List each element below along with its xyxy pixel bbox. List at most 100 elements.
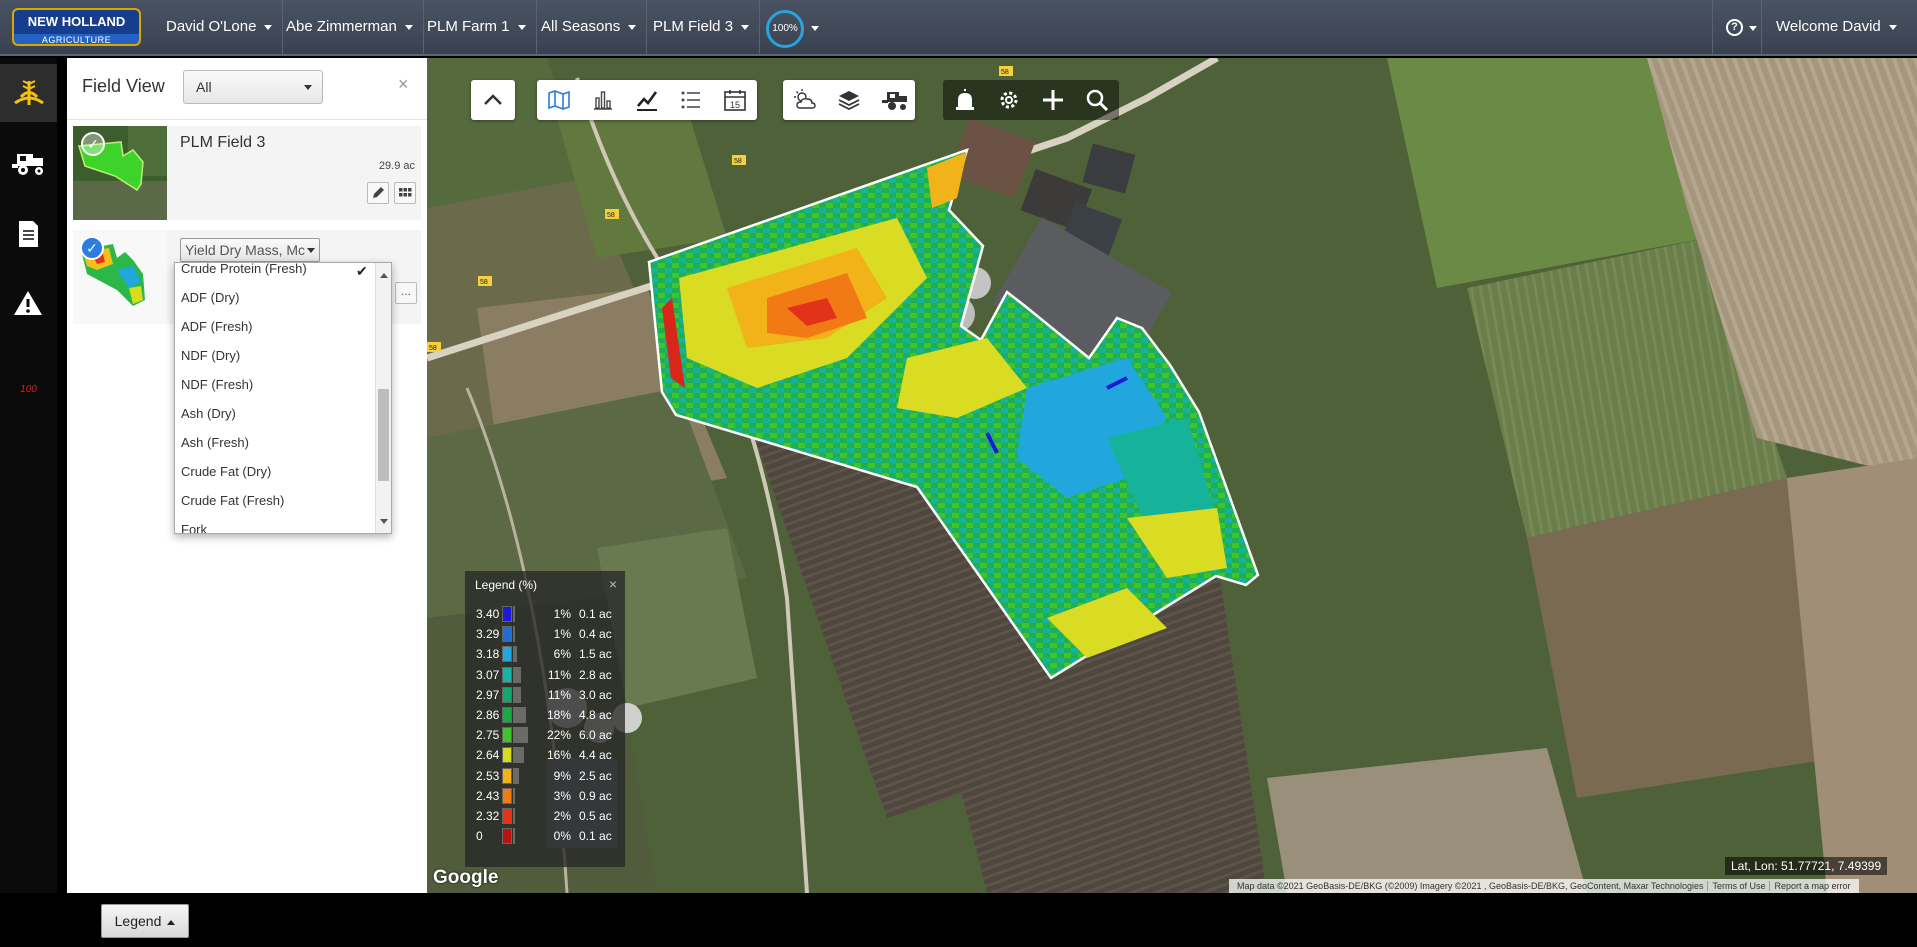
- field-card[interactable]: ✓ PLM Field 3 29.9 ac: [73, 126, 421, 220]
- layer-type-dropdown[interactable]: Crude Protein (Fresh) ✔ ADF (Dry) ADF (F…: [174, 262, 392, 534]
- legend-share-bar: [513, 626, 515, 643]
- layer-type-select[interactable]: Yield Dry Mass, Mc: [180, 238, 320, 262]
- scroll-up-icon[interactable]: [380, 273, 388, 278]
- collapse-button[interactable]: [471, 80, 515, 120]
- search-button[interactable]: [1075, 80, 1119, 120]
- dropdown-option[interactable]: Crude Fat (Dry): [181, 464, 271, 479]
- weather-button[interactable]: [783, 80, 827, 120]
- field-grid-button[interactable]: [394, 182, 416, 204]
- legend-row: 3.07 11% 2.8 ac: [465, 665, 625, 685]
- legend-color-swatch: [502, 707, 512, 723]
- map-book-button[interactable]: [537, 80, 581, 120]
- dropdown-option[interactable]: Ash (Dry): [181, 406, 236, 421]
- legend-row: 2.86 18% 4.8 ac: [465, 705, 625, 725]
- legend-row: 3.29 1% 0.4 ac: [465, 624, 625, 644]
- nav-reports[interactable]: [0, 212, 57, 256]
- legend-percent: 18%: [546, 708, 571, 722]
- dropdown-option[interactable]: Crude Fat (Fresh): [181, 493, 284, 508]
- legend-color-swatch: [502, 787, 512, 804]
- legend-color-swatch: [502, 686, 512, 703]
- new-holland-logo[interactable]: NEW HOLLAND AGRICULTURE: [12, 8, 141, 46]
- legend-percent: 9%: [553, 768, 571, 783]
- crumb-client-label: Abe Zimmerman: [286, 18, 397, 35]
- dropdown-option[interactable]: NDF (Fresh): [181, 377, 253, 392]
- chevron-down-icon: [264, 24, 273, 30]
- legend-color-swatch: [502, 767, 512, 784]
- collapse-toolbar-group: [471, 80, 515, 120]
- dropdown-option[interactable]: Crude Protein (Fresh): [181, 263, 307, 276]
- bar-chart-button[interactable]: [581, 80, 625, 120]
- dropdown-option[interactable]: Ash (Fresh): [181, 435, 249, 450]
- legend-percent: 6%: [553, 647, 571, 662]
- nav-alerts[interactable]: [0, 282, 57, 326]
- nav-harvest[interactable]: [0, 64, 57, 122]
- legend-share-bar: [513, 707, 526, 723]
- help-dropdown[interactable]: ?: [1712, 0, 1762, 54]
- yield-layer-thumbnail[interactable]: ✓: [73, 230, 167, 324]
- legend-value: 3.07: [476, 667, 500, 682]
- legend-share-bar: [513, 767, 520, 784]
- machines-button[interactable]: [871, 80, 915, 120]
- road-label: 58: [480, 279, 488, 286]
- legend-close-button[interactable]: ×: [609, 576, 617, 592]
- nav-machines[interactable]: [0, 142, 57, 186]
- scroll-down-icon[interactable]: [380, 519, 388, 524]
- settings-button[interactable]: [987, 80, 1031, 120]
- layer-more-button[interactable]: ...: [395, 282, 417, 304]
- grid-icon: [399, 188, 412, 197]
- add-icon: [1043, 90, 1063, 110]
- edit-field-button[interactable]: [367, 182, 389, 204]
- legend-row: 2.32 2% 0.5 ac: [465, 806, 625, 826]
- crumb-field-dropdown[interactable]: PLM Field 3: [643, 0, 761, 54]
- dropdown-option[interactable]: ADF (Dry): [181, 290, 240, 305]
- crumb-field-label: PLM Field 3: [653, 18, 734, 35]
- legend-area: 0.1 ac: [579, 829, 612, 844]
- chevron-down-icon: [517, 24, 526, 30]
- legend-title: Legend (%): [475, 578, 538, 592]
- list-button[interactable]: [669, 80, 713, 120]
- bottom-bar: Legend: [0, 893, 1917, 947]
- combine-icon: [12, 154, 43, 175]
- field-boundary-thumbnail[interactable]: ✓: [73, 126, 167, 220]
- legend-value: 2.32: [476, 809, 500, 823]
- dropdown-option[interactable]: Fork: [181, 522, 207, 533]
- panel-divider: [67, 119, 427, 120]
- scrollbar-thumb[interactable]: [378, 389, 389, 481]
- legend-value: 2.86: [476, 708, 500, 722]
- field-filter-select[interactable]: All: [183, 70, 323, 104]
- legend-row: 3.40 1% 0.1 ac: [465, 604, 625, 624]
- layers-button[interactable]: [827, 80, 871, 120]
- panel-close-button[interactable]: ×: [398, 74, 409, 95]
- logo-sub-text: AGRICULTURE: [14, 34, 139, 44]
- sync-progress-indicator[interactable]: 100%: [766, 10, 804, 48]
- legend-toggle-button[interactable]: Legend: [101, 904, 189, 938]
- chevron-down-icon[interactable]: [811, 26, 819, 31]
- crumb-client-dropdown[interactable]: Abe Zimmerman: [276, 0, 424, 54]
- legend-value: 0: [476, 829, 483, 844]
- bar-chart-icon: [594, 91, 612, 110]
- alarm-button[interactable]: [943, 80, 987, 120]
- calendar-button[interactable]: 15: [713, 80, 757, 120]
- crumb-season-dropdown[interactable]: All Seasons: [531, 0, 648, 54]
- legend-color-swatch: [502, 646, 512, 663]
- dropdown-option[interactable]: ADF (Fresh): [181, 319, 253, 334]
- line-chart-button[interactable]: [625, 80, 669, 120]
- dropdown-scrollbar[interactable]: [375, 263, 391, 533]
- report-map-error-link[interactable]: Report a map error: [1769, 881, 1855, 891]
- field-select-checkbox[interactable]: ✓: [81, 132, 105, 156]
- calendar-icon: 15: [724, 90, 746, 111]
- crumb-farm-dropdown[interactable]: PLM Farm 1: [417, 0, 537, 54]
- add-button[interactable]: [1031, 80, 1075, 120]
- terms-of-use-link[interactable]: Terms of Use: [1707, 881, 1770, 891]
- crumb-grower-dropdown[interactable]: David O'Lone: [156, 0, 284, 54]
- legend-toggle-label: Legend: [114, 913, 162, 929]
- dropdown-option[interactable]: NDF (Dry): [181, 348, 240, 363]
- legend-area: 2.5 ac: [579, 768, 612, 783]
- layer-select-checkbox[interactable]: ✓: [80, 236, 104, 260]
- map-view[interactable]: 58 58 58 58 58 58 15: [427, 58, 1917, 893]
- machines-icon: [882, 92, 907, 110]
- user-menu[interactable]: Welcome David: [1776, 0, 1897, 54]
- legend-row: 2.64 16% 4.4 ac: [465, 745, 625, 765]
- chevron-down-icon: [1749, 26, 1757, 31]
- list-icon: [681, 91, 700, 109]
